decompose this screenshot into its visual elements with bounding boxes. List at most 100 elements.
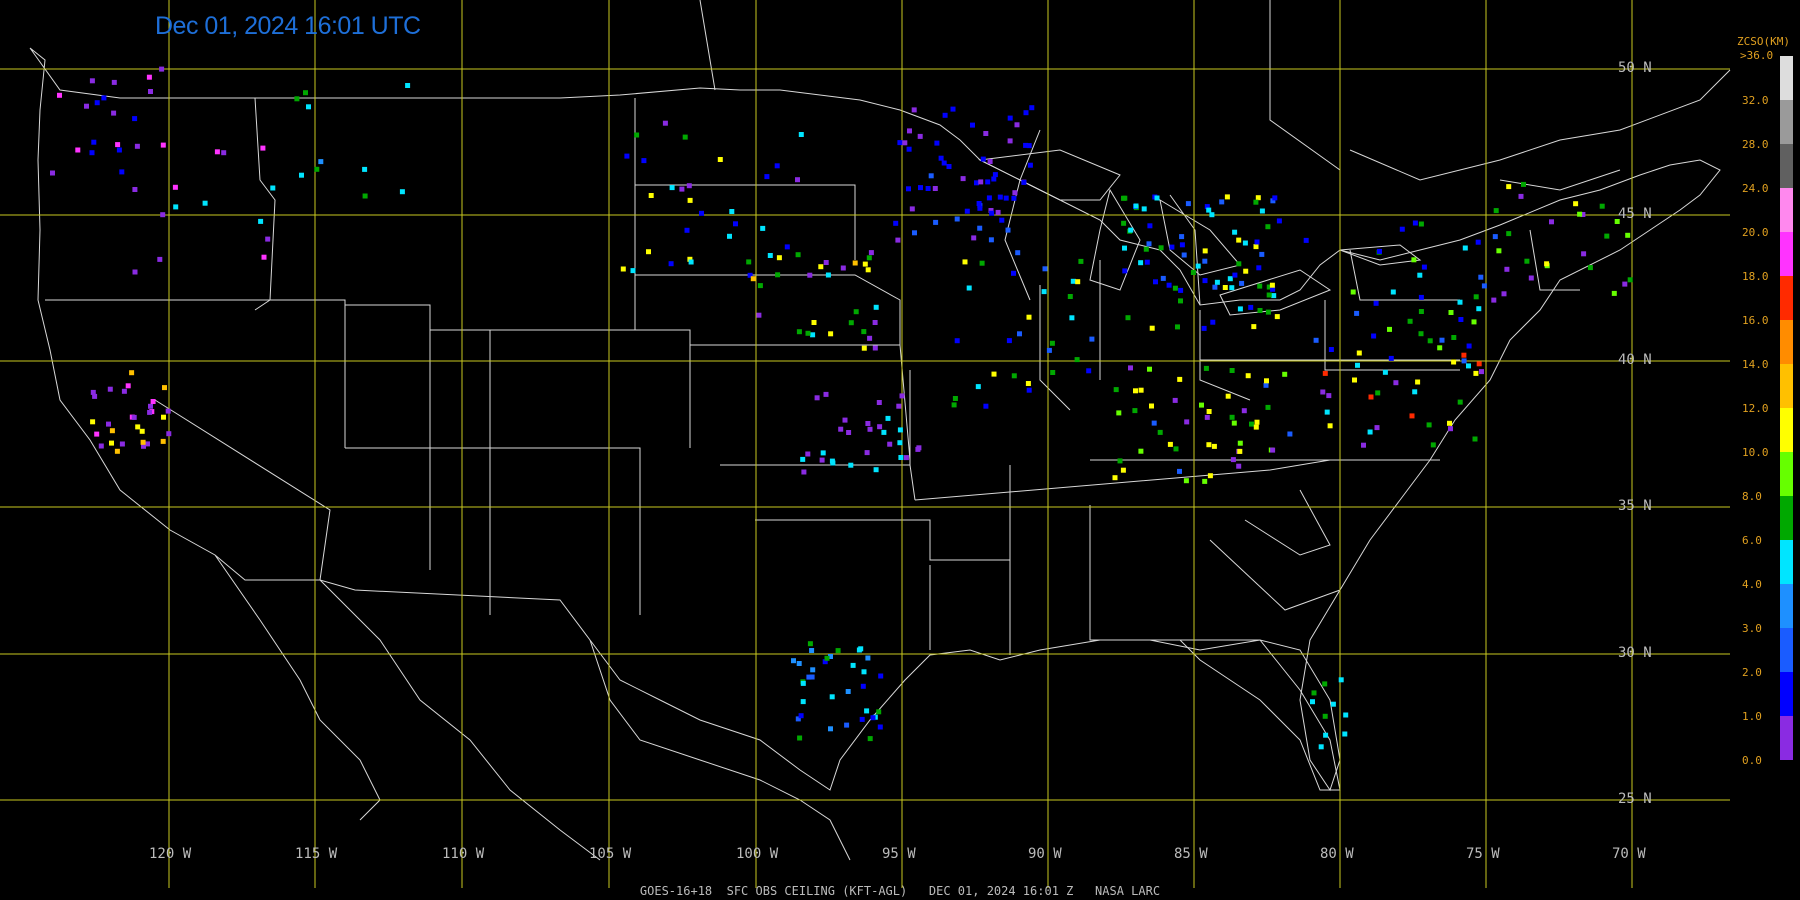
station-marker bbox=[805, 330, 811, 336]
station-marker bbox=[824, 655, 830, 661]
station-marker bbox=[1227, 276, 1233, 282]
station-marker bbox=[1172, 397, 1178, 403]
station-marker bbox=[1230, 457, 1236, 463]
station-marker bbox=[893, 220, 899, 226]
station-marker bbox=[934, 140, 940, 146]
station-marker bbox=[1195, 263, 1201, 269]
station-marker bbox=[160, 142, 166, 148]
station-marker bbox=[1257, 283, 1263, 289]
station-marker bbox=[906, 186, 911, 192]
station-marker bbox=[830, 460, 836, 466]
station-marker bbox=[873, 467, 879, 473]
station-marker bbox=[918, 185, 923, 191]
station-marker bbox=[971, 235, 977, 241]
station-marker bbox=[221, 150, 227, 156]
station-marker bbox=[909, 206, 915, 212]
station-marker bbox=[1206, 409, 1212, 414]
station-marker bbox=[861, 345, 867, 351]
station-marker bbox=[797, 735, 803, 741]
station-marker bbox=[1184, 419, 1190, 425]
station-marker bbox=[1265, 224, 1271, 230]
station-marker bbox=[800, 699, 806, 705]
station-marker bbox=[303, 90, 308, 96]
station-marker bbox=[688, 259, 694, 265]
longitude-label: 85 W bbox=[1174, 846, 1208, 862]
station-marker bbox=[1322, 713, 1328, 719]
station-marker bbox=[805, 451, 811, 457]
station-marker bbox=[1201, 325, 1207, 331]
station-marker bbox=[1524, 258, 1530, 264]
legend-color-segment bbox=[1780, 320, 1793, 364]
station-marker bbox=[1458, 317, 1464, 322]
station-marker bbox=[1089, 336, 1095, 342]
station-marker bbox=[1141, 206, 1147, 212]
station-marker bbox=[362, 193, 368, 199]
station-marker bbox=[729, 209, 735, 214]
station-marker bbox=[1504, 266, 1510, 272]
station-marker bbox=[798, 132, 804, 137]
legend-tick-label: 12.0 bbox=[1742, 402, 1769, 415]
station-marker bbox=[1046, 347, 1052, 353]
station-marker bbox=[1266, 292, 1272, 298]
station-marker bbox=[1203, 365, 1209, 371]
station-marker bbox=[828, 331, 834, 337]
station-marker bbox=[810, 332, 816, 338]
station-marker bbox=[796, 661, 802, 666]
station-marker bbox=[1388, 355, 1394, 361]
station-marker bbox=[861, 669, 867, 675]
station-marker bbox=[1242, 240, 1248, 246]
station-marker bbox=[977, 225, 983, 231]
station-marker bbox=[991, 371, 997, 377]
station-marker bbox=[887, 441, 893, 447]
station-marker bbox=[148, 403, 153, 409]
station-marker bbox=[983, 131, 989, 136]
station-marker bbox=[162, 385, 167, 391]
station-marker bbox=[1493, 208, 1499, 214]
station-marker bbox=[1269, 282, 1275, 288]
legend-color-segment bbox=[1780, 144, 1793, 188]
station-marker bbox=[1183, 478, 1189, 484]
station-marker bbox=[165, 408, 171, 414]
station-marker bbox=[94, 431, 100, 437]
station-marker bbox=[760, 225, 766, 231]
station-marker bbox=[1457, 299, 1463, 305]
station-marker bbox=[1437, 345, 1443, 351]
station-marker bbox=[1160, 275, 1166, 281]
station-marker bbox=[791, 658, 796, 664]
station-marker bbox=[139, 428, 145, 434]
legend-tick-label: 28.0 bbox=[1742, 138, 1769, 151]
station-marker bbox=[1264, 378, 1269, 384]
station-marker bbox=[107, 386, 113, 392]
station-marker bbox=[172, 184, 178, 190]
station-marker bbox=[1506, 184, 1512, 190]
station-marker bbox=[1501, 291, 1507, 297]
station-marker bbox=[166, 431, 172, 437]
station-marker bbox=[1313, 337, 1319, 343]
legend-tick-label: 8.0 bbox=[1742, 490, 1762, 503]
station-marker bbox=[1241, 408, 1247, 414]
legend-color-segment bbox=[1780, 628, 1793, 672]
latitude-label: 50 N bbox=[1618, 60, 1652, 76]
station-marker bbox=[89, 78, 95, 84]
station-marker bbox=[1387, 326, 1392, 332]
station-marker bbox=[1256, 265, 1262, 271]
station-marker bbox=[811, 320, 817, 325]
station-marker bbox=[160, 438, 166, 444]
station-marker bbox=[1146, 241, 1152, 247]
station-marker bbox=[1015, 250, 1021, 256]
station-marker bbox=[1147, 366, 1152, 372]
station-marker bbox=[1025, 381, 1031, 386]
station-marker bbox=[1254, 239, 1260, 245]
station-marker bbox=[1222, 285, 1228, 290]
station-marker bbox=[687, 197, 693, 203]
station-marker bbox=[125, 383, 131, 389]
station-marker bbox=[362, 166, 368, 172]
station-marker bbox=[1229, 368, 1235, 373]
station-marker bbox=[140, 439, 146, 445]
station-marker bbox=[50, 170, 55, 176]
station-marker bbox=[907, 128, 912, 134]
station-marker bbox=[1232, 272, 1238, 278]
station-marker bbox=[829, 694, 835, 700]
legend-color-segment bbox=[1780, 496, 1793, 540]
great-lakes bbox=[1089, 188, 1141, 291]
